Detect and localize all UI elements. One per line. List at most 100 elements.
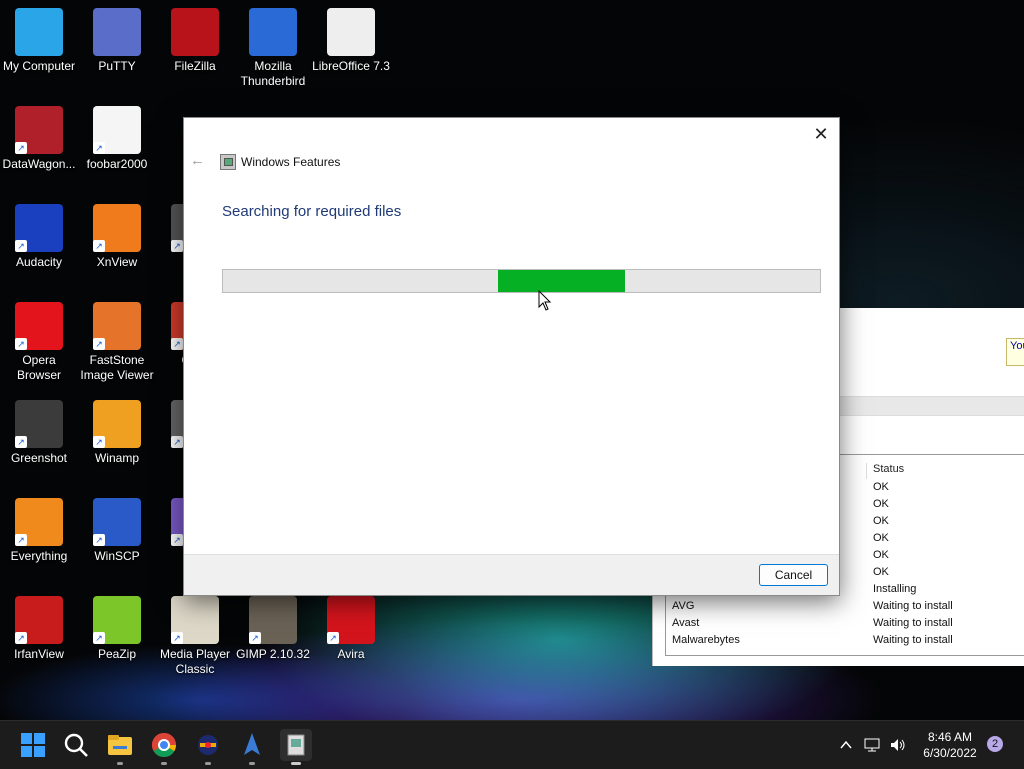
shortcut-arrow-icon: ↗	[171, 632, 183, 644]
windows-features-icon	[287, 734, 305, 756]
item-name: Malwarebytes	[672, 634, 740, 646]
shortcut-arrow-icon: ↗	[171, 436, 183, 448]
item-name: Avast	[672, 617, 700, 629]
desktop-icon-label: LibreOffice 7.3	[312, 59, 390, 73]
chrome-button[interactable]	[148, 729, 180, 765]
desktop-icon-putty[interactable]: PuTTY	[78, 8, 156, 74]
desktop-icon-foobar[interactable]: ↗ foobar2000	[78, 106, 156, 172]
thunderbird-icon	[249, 8, 297, 56]
avira-icon: ↗	[327, 596, 375, 644]
clock-time: 8:46 AM	[927, 730, 973, 744]
shortcut-arrow-icon: ↗	[93, 240, 105, 252]
opera-icon: ↗	[15, 302, 63, 350]
network-icon[interactable]	[864, 737, 882, 753]
desktop-icon-audacity[interactable]: ↗ Audacity	[0, 204, 78, 270]
desktop-icon-greenshot[interactable]: ↗ Greenshot	[0, 400, 78, 466]
app-button[interactable]	[192, 729, 224, 765]
running-indicator	[205, 762, 211, 765]
desktop-icon-gimp[interactable]: ↗ GIMP 2.10.32	[234, 596, 312, 662]
desktop-icon-faststone[interactable]: ↗ FastStone Image Viewer	[78, 302, 156, 383]
audacity-icon: ↗	[15, 204, 63, 252]
desktop-icon-filezilla[interactable]: FileZilla	[156, 8, 234, 74]
shortcut-arrow-icon: ↗	[93, 142, 105, 154]
app2-button[interactable]	[236, 729, 268, 765]
item-status: OK	[873, 481, 889, 493]
desktop-icon-label: Avira	[337, 647, 365, 661]
desktop-icon-datawagon[interactable]: ↗ DataWagon...	[0, 106, 78, 172]
desktop-icon-label: DataWagon...	[2, 157, 76, 171]
running-indicator	[161, 762, 167, 765]
file-explorer-button[interactable]	[104, 729, 136, 765]
shortcut-arrow-icon: ↗	[15, 436, 27, 448]
desktop-icon-label: Audacity	[15, 255, 63, 269]
datawagon-icon: ↗	[15, 106, 63, 154]
windows-features-icon	[220, 154, 236, 170]
clock-date: 6/30/2022	[923, 746, 977, 760]
desktop-icon-label: FastStone Image Viewer	[80, 353, 154, 382]
desktop-icon-label: Opera Browser	[16, 353, 61, 382]
taskbar: 8:46 AM 6/30/2022 2	[0, 720, 1024, 769]
running-indicator	[117, 762, 123, 765]
search-button[interactable]	[60, 729, 92, 761]
windows-features-dialog: ✕ ← Windows Features Searching for requi…	[183, 117, 840, 596]
shortcut-arrow-icon: ↗	[249, 632, 261, 644]
app-icon	[198, 735, 218, 755]
desktop-icon-opera[interactable]: ↗ Opera Browser	[0, 302, 78, 383]
winamp-icon: ↗	[93, 400, 141, 448]
status-column-header[interactable]: Status	[866, 463, 1024, 479]
shortcut-arrow-icon: ↗	[15, 142, 27, 154]
desktop-icon-irfanview[interactable]: ↗ IrfanView	[0, 596, 78, 662]
windows-features-task-button[interactable]	[280, 729, 312, 765]
item-status: Waiting to install	[873, 634, 953, 646]
desktop-icon-my-computer[interactable]: My Computer	[0, 8, 78, 74]
desktop-icon-thunderbird[interactable]: Mozilla Thunderbird	[234, 8, 312, 89]
volume-icon[interactable]	[889, 737, 907, 753]
foobar-icon: ↗	[93, 106, 141, 154]
close-button[interactable]: ✕	[809, 122, 833, 146]
cancel-button[interactable]: Cancel	[759, 564, 828, 586]
item-status: OK	[873, 515, 889, 527]
close-icon: ✕	[813, 124, 829, 144]
status-heading: Searching for required files	[222, 203, 402, 220]
desktop-icon-label: XnView	[96, 255, 138, 269]
notification-badge[interactable]: 2	[987, 736, 1003, 752]
desktop-icon-avira[interactable]: ↗ Avira	[312, 596, 390, 662]
start-icon	[21, 733, 45, 757]
back-button[interactable]: ←	[190, 153, 206, 169]
item-status: Waiting to install	[873, 617, 953, 629]
shortcut-arrow-icon: ↗	[15, 338, 27, 350]
irfanview-icon: ↗	[15, 596, 63, 644]
shortcut-arrow-icon: ↗	[93, 338, 105, 350]
item-status: OK	[873, 549, 889, 561]
desktop-icon-winamp[interactable]: ↗ Winamp	[78, 400, 156, 466]
desktop-icon-libreoffice[interactable]: LibreOffice 7.3	[312, 8, 390, 74]
xnview-icon: ↗	[93, 204, 141, 252]
shortcut-arrow-icon: ↗	[171, 534, 183, 546]
my-computer-icon	[15, 8, 63, 56]
desktop-icon-xnview[interactable]: ↗ XnView	[78, 204, 156, 270]
chevron-up-icon[interactable]	[838, 737, 854, 753]
winscp-icon: ↗	[93, 498, 141, 546]
shortcut-arrow-icon: ↗	[15, 632, 27, 644]
shortcut-arrow-icon: ↗	[93, 534, 105, 546]
list-item[interactable]: Avast Waiting to install	[666, 617, 1024, 634]
gimp-icon: ↗	[249, 596, 297, 644]
list-item[interactable]: AVG Waiting to install	[666, 600, 1024, 617]
desktop-icon-label: Mozilla Thunderbird	[240, 59, 306, 88]
tooltip: You	[1006, 338, 1024, 366]
list-item[interactable]: Malwarebytes Waiting to install	[666, 634, 1024, 651]
active-indicator	[291, 762, 301, 765]
clock[interactable]: 8:46 AM 6/30/2022	[918, 721, 982, 769]
shortcut-arrow-icon: ↗	[327, 632, 339, 644]
desktop-icon-everything[interactable]: ↗ Everything	[0, 498, 78, 564]
item-status: Waiting to install	[873, 600, 953, 612]
peazip-icon: ↗	[93, 596, 141, 644]
desktop-icon-mpc[interactable]: ↗ Media Player Classic	[156, 596, 234, 677]
shortcut-arrow-icon: ↗	[171, 338, 183, 350]
libreoffice-icon	[327, 8, 375, 56]
desktop-icon-peazip[interactable]: ↗ PeaZip	[78, 596, 156, 662]
desktop-icon-label: Everything	[10, 549, 68, 563]
desktop-icon-winscp[interactable]: ↗ WinSCP	[78, 498, 156, 564]
start-button[interactable]	[17, 729, 49, 761]
item-status: OK	[873, 498, 889, 510]
